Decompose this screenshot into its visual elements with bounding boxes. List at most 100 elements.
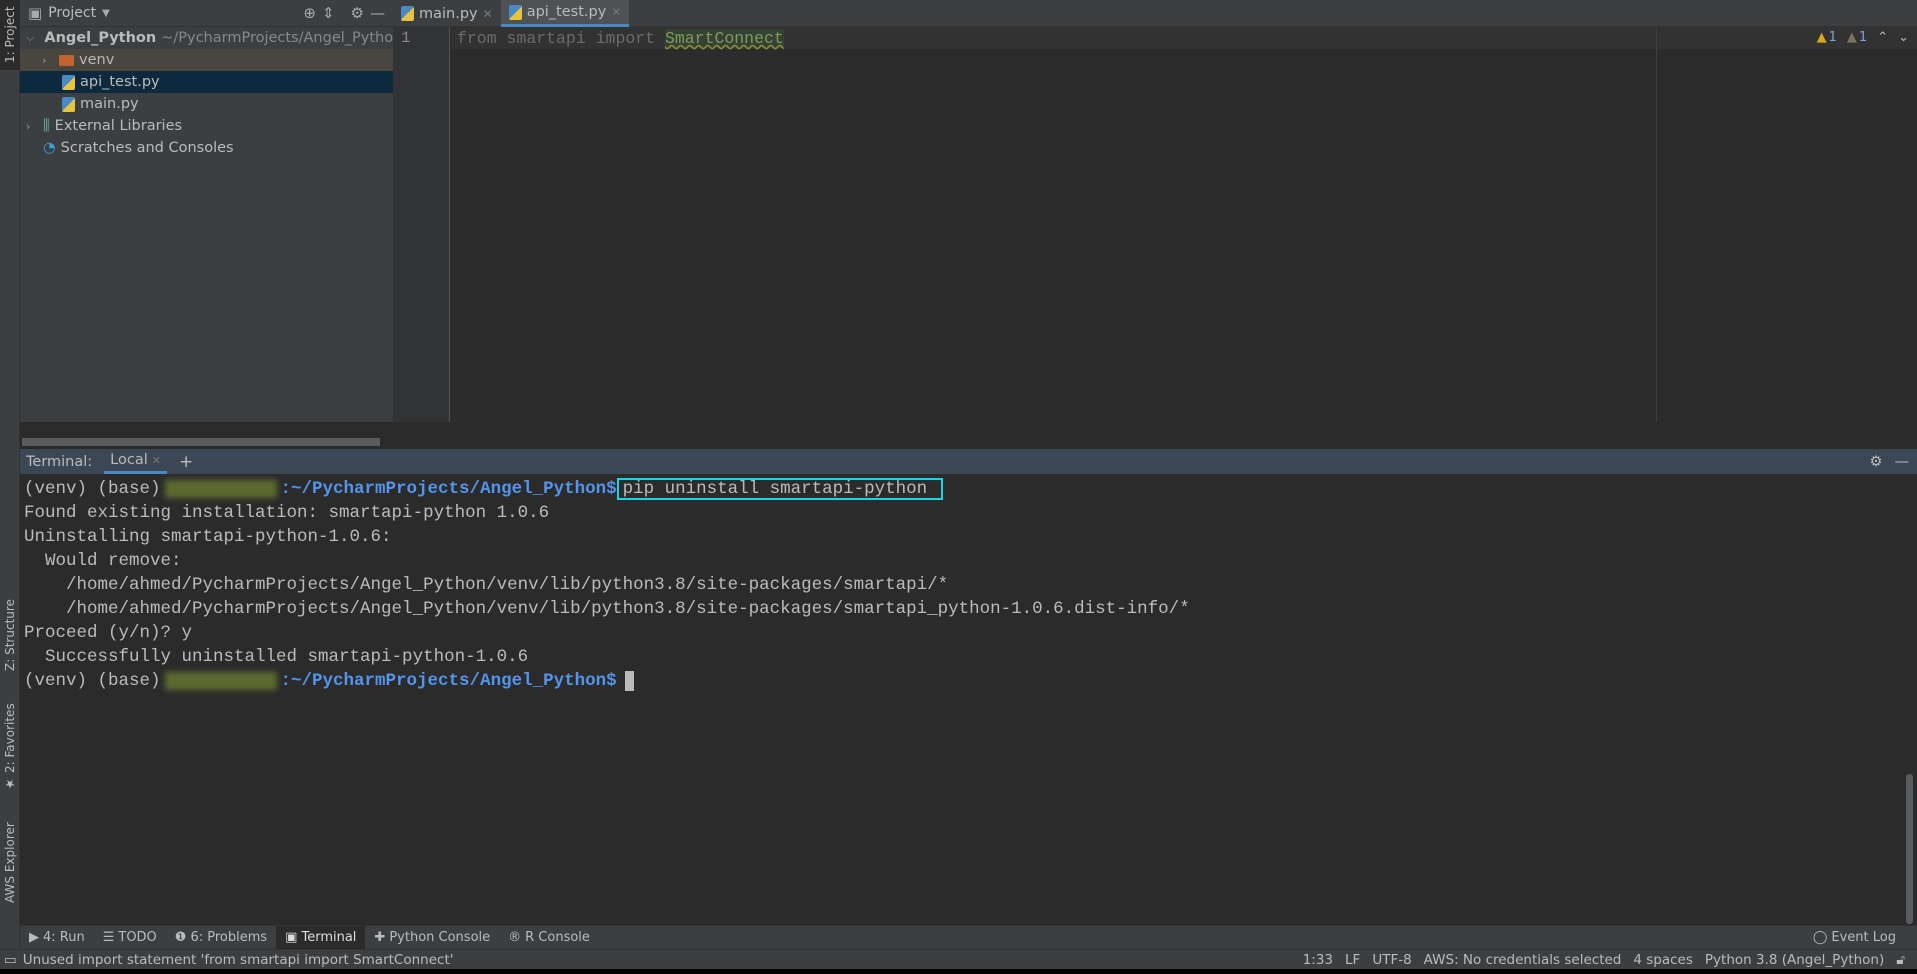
event-log-button[interactable]: ◯ Event Log <box>1804 926 1905 950</box>
favorites-tab-label: 2: Favorites <box>3 703 17 774</box>
prompt-prefix: (venv) (base) <box>24 479 161 499</box>
lock-icon[interactable]: 🔓︎ <box>1896 952 1905 968</box>
tree-item-label: main.py <box>80 96 139 112</box>
inspection-widget[interactable]: ▲ 1 ▲ 1 ⌃ ⌄ <box>1817 30 1909 45</box>
collapse-all-icon[interactable]: ⇕ <box>322 4 335 22</box>
python-file-icon <box>508 4 522 20</box>
terminal-line: (venv) (base):~/PycharmProjects/Angel_Py… <box>24 477 1900 501</box>
tree-item-label: Scratches and Consoles <box>60 140 234 156</box>
tree-item-main[interactable]: main.py <box>20 93 393 115</box>
new-terminal-button[interactable]: + <box>179 452 193 472</box>
terminal-line: Proceed (y/n)? y <box>24 623 193 643</box>
project-panel-header: ▣ Project ▼ ⊕ ⇕ ⚙ — <box>20 0 393 27</box>
indent-setting[interactable]: 4 spaces <box>1633 952 1693 968</box>
folder-icon <box>59 54 74 66</box>
chevron-right-icon[interactable]: › <box>26 120 38 133</box>
project-tree: ⌵ Angel_Python ~/PycharmProjects/Angel_Pyt… <box>20 27 393 449</box>
tree-item-scratches[interactable]: ◔ Scratches and Consoles <box>20 137 393 159</box>
prompt-path: :~/PycharmProjects/Angel_Python$ <box>280 671 617 691</box>
status-toggle-icon[interactable]: ▭ <box>4 952 17 968</box>
library-icon: ⫼ <box>43 118 50 134</box>
aws-explorer-tool-tab[interactable]: AWS Explorer <box>0 808 20 918</box>
close-icon[interactable]: ✕ <box>152 454 161 467</box>
module-name: smartapi <box>496 29 596 48</box>
close-icon[interactable]: ✕ <box>611 5 621 19</box>
structure-tab-label: Z: Structure <box>3 599 17 671</box>
chevron-right-icon[interactable]: › <box>42 54 54 67</box>
tree-item-api-test[interactable]: api_test.py <box>20 71 393 93</box>
python-console-tool-button[interactable]: ✚ Python Console <box>365 926 499 950</box>
tab-label: Local <box>110 452 148 468</box>
tool-label: R Console <box>525 930 590 945</box>
terminal-scrollbar[interactable] <box>1902 474 1917 925</box>
todo-tool-button[interactable]: ☰ TODO <box>94 926 166 950</box>
horizontal-scrollbar[interactable] <box>20 422 1917 449</box>
terminal-line: Uninstalling smartapi-python-1.0.6: <box>24 527 392 547</box>
unused-import: SmartConnect <box>664 29 784 48</box>
event-log-icon: ◯ <box>1812 930 1828 945</box>
chevron-down-icon[interactable]: ⌵ <box>26 31 34 45</box>
file-encoding[interactable]: UTF-8 <box>1372 952 1411 968</box>
weak-warning-count: 1 <box>1858 30 1868 45</box>
terminal-line: Successfully uninstalled smartapi-python… <box>24 647 529 667</box>
line-separator[interactable]: LF <box>1345 952 1360 968</box>
chevron-down-icon[interactable]: ▼ <box>102 8 110 19</box>
problems-tool-button[interactable]: ❶ 6: Problems <box>166 926 276 950</box>
favorites-tool-tab[interactable]: ★ 2: Favorites <box>0 700 20 795</box>
tree-item-venv[interactable]: › venv <box>20 49 393 71</box>
info-icon: ❶ <box>174 930 187 945</box>
minimize-icon[interactable]: — <box>1895 454 1910 470</box>
line-number: 1 <box>401 29 411 47</box>
terminal-tool-button[interactable]: ▣ Terminal <box>276 925 366 950</box>
r-icon: ® <box>508 930 522 945</box>
aws-credentials[interactable]: AWS: No credentials selected <box>1424 952 1622 968</box>
tab-main-py[interactable]: main.py ✕ <box>393 0 501 27</box>
structure-tool-tab[interactable]: Z: Structure <box>0 590 20 680</box>
redacted-username <box>164 672 277 690</box>
tool-label: TODO <box>118 930 157 945</box>
highlighted-command: pip uninstall smartapi-python <box>616 478 944 500</box>
aws-tab-label: AWS Explorer <box>3 822 17 904</box>
terminal-cursor <box>624 671 634 691</box>
terminal-label: Terminal: <box>26 453 93 470</box>
terminal-header: Terminal: Local ✕ + ⚙ — <box>20 449 1917 474</box>
python-interpreter[interactable]: Python 3.8 (Angel_Python) <box>1705 952 1884 968</box>
chevron-down-icon[interactable]: ⌄ <box>1898 30 1909 45</box>
terminal-line: Found existing installation: smartapi-py… <box>24 503 550 523</box>
gear-icon[interactable]: ⚙ <box>1870 454 1883 470</box>
code-editor[interactable]: from smartapi import SmartConnect <box>451 27 1917 422</box>
project-view-icon: ▣ <box>28 4 43 22</box>
python-icon: ✚ <box>374 930 386 945</box>
gear-icon[interactable]: ⚙ <box>351 4 364 22</box>
warning-count: 1 <box>1828 30 1837 45</box>
caret-position[interactable]: 1:33 <box>1303 952 1333 968</box>
tree-item-angel-python[interactable]: ⌵ Angel_Python ~/PycharmProjects/Angel_Pyt… <box>20 27 393 49</box>
redacted-username <box>164 480 277 498</box>
terminal-line: /home/ahmed/PycharmProjects/Angel_Python… <box>24 575 949 595</box>
run-tool-button[interactable]: ▶ 4: Run <box>20 926 94 950</box>
minimize-icon[interactable]: — <box>370 4 385 22</box>
tool-label: Event Log <box>1831 930 1896 945</box>
tool-label: 6: Problems <box>190 930 268 945</box>
keyword: import <box>595 29 656 48</box>
chevron-up-icon[interactable]: ⌃ <box>1877 30 1888 45</box>
terminal-output[interactable]: (venv) (base) :~/PycharmProjects/Angel_Py… <box>20 474 1900 925</box>
prompt-prefix: (venv) (base) <box>24 671 161 691</box>
r-console-tool-button[interactable]: ® R Console <box>499 926 599 950</box>
tab-api-test-py[interactable]: api_test.py ✕ <box>500 0 630 27</box>
scratches-icon: ◔ <box>43 140 56 156</box>
tool-label: 4: Run <box>43 930 85 945</box>
locate-icon[interactable]: ⊕ <box>303 4 316 22</box>
tree-item-external-libraries[interactable]: › ⫼ External Libraries <box>20 115 393 137</box>
tree-item-label: Angel_Python <box>44 30 157 46</box>
project-tool-tab[interactable]: 1: Project <box>0 0 20 70</box>
close-icon[interactable]: ✕ <box>483 7 493 21</box>
scrollbar-thumb[interactable] <box>22 438 380 446</box>
list-icon: ☰ <box>102 930 115 945</box>
python-file-icon <box>62 74 75 90</box>
tab-local[interactable]: Local ✕ <box>104 449 167 474</box>
scrollbar-thumb[interactable] <box>1906 774 1913 924</box>
project-view-selector[interactable]: Project <box>48 5 96 21</box>
tree-item-label: External Libraries <box>54 118 183 134</box>
terminal-icon: ▣ <box>285 930 298 945</box>
